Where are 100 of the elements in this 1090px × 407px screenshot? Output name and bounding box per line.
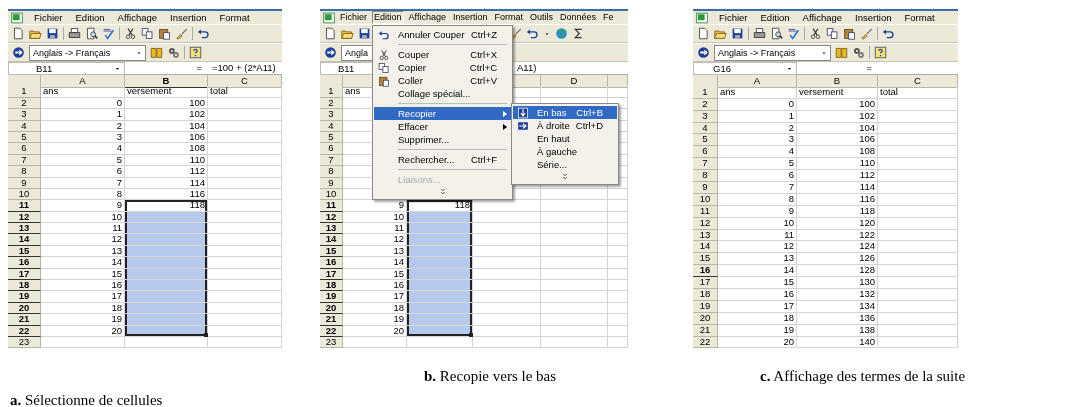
column-header[interactable]: A bbox=[718, 75, 797, 88]
table-cell[interactable] bbox=[608, 86, 628, 98]
printer-icon[interactable] bbox=[68, 27, 81, 40]
table-cell[interactable] bbox=[125, 314, 208, 326]
table-cell[interactable] bbox=[878, 312, 958, 325]
new-document-icon[interactable] bbox=[697, 27, 710, 40]
table-cell[interactable] bbox=[208, 257, 282, 269]
table-cell[interactable]: 104 bbox=[125, 120, 208, 132]
table-cell[interactable] bbox=[608, 234, 628, 246]
table-cell[interactable] bbox=[125, 223, 208, 235]
table-cell[interactable]: 102 bbox=[125, 109, 208, 121]
table-cell[interactable] bbox=[608, 314, 628, 326]
row-header[interactable]: 21 bbox=[320, 314, 343, 326]
table-cell[interactable]: 16 bbox=[718, 289, 797, 301]
table-cell[interactable]: 106 bbox=[125, 131, 208, 144]
table-cell[interactable]: 14 bbox=[718, 265, 797, 278]
row-header[interactable]: 22 bbox=[320, 325, 343, 337]
table-cell[interactable]: total bbox=[208, 86, 282, 98]
table-cell[interactable] bbox=[878, 146, 958, 159]
table-cell[interactable] bbox=[407, 257, 473, 269]
table-cell[interactable]: 110 bbox=[797, 158, 878, 171]
table-cell[interactable] bbox=[208, 200, 282, 212]
table-cell[interactable]: 7 bbox=[718, 182, 797, 194]
name-box[interactable]: G16 bbox=[693, 62, 797, 75]
table-cell[interactable] bbox=[473, 280, 541, 292]
row-header[interactable]: 14 bbox=[693, 241, 718, 254]
table-cell[interactable] bbox=[608, 268, 628, 281]
spell-check-icon[interactable] bbox=[787, 27, 800, 40]
row-header[interactable]: 4 bbox=[320, 120, 343, 132]
row-header[interactable]: 18 bbox=[693, 289, 718, 301]
table-cell[interactable]: 11 bbox=[718, 229, 797, 242]
table-cell[interactable]: 112 bbox=[797, 170, 878, 182]
row-header[interactable]: 16 bbox=[8, 257, 41, 269]
table-cell[interactable] bbox=[541, 234, 608, 246]
menu-item[interactable]: À gauche bbox=[513, 145, 617, 158]
table-cell[interactable]: 4 bbox=[718, 146, 797, 159]
table-cell[interactable]: 122 bbox=[797, 229, 878, 242]
table-cell[interactable]: total bbox=[878, 86, 958, 99]
menu-item[interactable]: En haut bbox=[513, 132, 617, 145]
table-cell[interactable] bbox=[208, 245, 282, 258]
table-cell[interactable] bbox=[208, 131, 282, 144]
clipboard-icon[interactable] bbox=[843, 27, 856, 40]
table-cell[interactable] bbox=[608, 302, 628, 315]
menu-item[interactable]: En bas Ctrl+B bbox=[513, 106, 617, 119]
table-cell[interactable]: 118 bbox=[125, 200, 208, 212]
table-cell[interactable]: 13 bbox=[718, 253, 797, 266]
menu-item[interactable]: Couper Ctrl+X bbox=[374, 48, 511, 61]
table-cell[interactable]: 130 bbox=[797, 277, 878, 290]
table-cell[interactable] bbox=[878, 134, 958, 147]
help-icon[interactable] bbox=[189, 46, 202, 59]
translate-icon[interactable] bbox=[12, 46, 25, 59]
table-cell[interactable] bbox=[878, 205, 958, 218]
menu-item[interactable]: Format bbox=[217, 11, 252, 24]
table-cell[interactable] bbox=[473, 234, 541, 246]
table-cell[interactable] bbox=[407, 325, 473, 337]
table-cell[interactable]: 0 bbox=[718, 98, 797, 111]
table-cell[interactable] bbox=[208, 234, 282, 246]
copy-icon[interactable] bbox=[826, 27, 839, 40]
menu-item[interactable]: Edition bbox=[73, 11, 107, 24]
table-cell[interactable] bbox=[878, 253, 958, 266]
new-document-icon[interactable] bbox=[12, 27, 25, 40]
table-cell[interactable]: 102 bbox=[797, 110, 878, 123]
table-cell[interactable]: 2 bbox=[718, 122, 797, 135]
table-cell[interactable] bbox=[878, 289, 958, 301]
table-cell[interactable] bbox=[208, 223, 282, 235]
name-box[interactable]: B11 bbox=[8, 62, 125, 75]
table-cell[interactable] bbox=[208, 211, 282, 224]
expand-chevron-icon[interactable] bbox=[560, 171, 570, 182]
table-cell[interactable] bbox=[608, 200, 628, 212]
table-cell[interactable] bbox=[208, 337, 282, 349]
table-cell[interactable] bbox=[125, 257, 208, 269]
table-cell[interactable] bbox=[208, 109, 282, 121]
table-cell[interactable] bbox=[541, 200, 608, 212]
book-icon[interactable] bbox=[150, 46, 163, 59]
table-cell[interactable]: 6 bbox=[41, 166, 125, 178]
menu-item[interactable]: Affichage bbox=[115, 11, 160, 24]
table-cell[interactable] bbox=[878, 182, 958, 194]
table-cell[interactable]: 104 bbox=[797, 122, 878, 135]
printer-icon[interactable] bbox=[753, 27, 766, 40]
table-cell[interactable] bbox=[608, 325, 628, 337]
table-cell[interactable]: 19 bbox=[718, 324, 797, 337]
undo-icon[interactable] bbox=[526, 27, 539, 40]
row-header[interactable]: 6 bbox=[320, 143, 343, 155]
formula-text[interactable]: =100 + (2*A11) bbox=[212, 62, 276, 73]
table-cell[interactable]: 108 bbox=[797, 146, 878, 159]
table-cell[interactable] bbox=[541, 280, 608, 292]
print-preview-icon[interactable] bbox=[770, 27, 783, 40]
row-header[interactable]: 11 bbox=[8, 200, 41, 212]
table-cell[interactable] bbox=[608, 291, 628, 303]
row-header[interactable]: 15 bbox=[693, 253, 718, 266]
row-header[interactable]: 1 bbox=[320, 86, 343, 98]
menu-item[interactable]: À droite Ctrl+D bbox=[513, 119, 617, 132]
table-cell[interactable] bbox=[125, 280, 208, 292]
menu-item[interactable]: Série... bbox=[513, 158, 617, 171]
gears-icon[interactable] bbox=[852, 46, 865, 59]
table-cell[interactable] bbox=[407, 291, 473, 303]
table-cell[interactable]: 140 bbox=[797, 336, 878, 349]
table-cell[interactable]: 5 bbox=[718, 158, 797, 171]
table-cell[interactable] bbox=[208, 97, 282, 110]
row-header[interactable]: 6 bbox=[693, 146, 718, 159]
